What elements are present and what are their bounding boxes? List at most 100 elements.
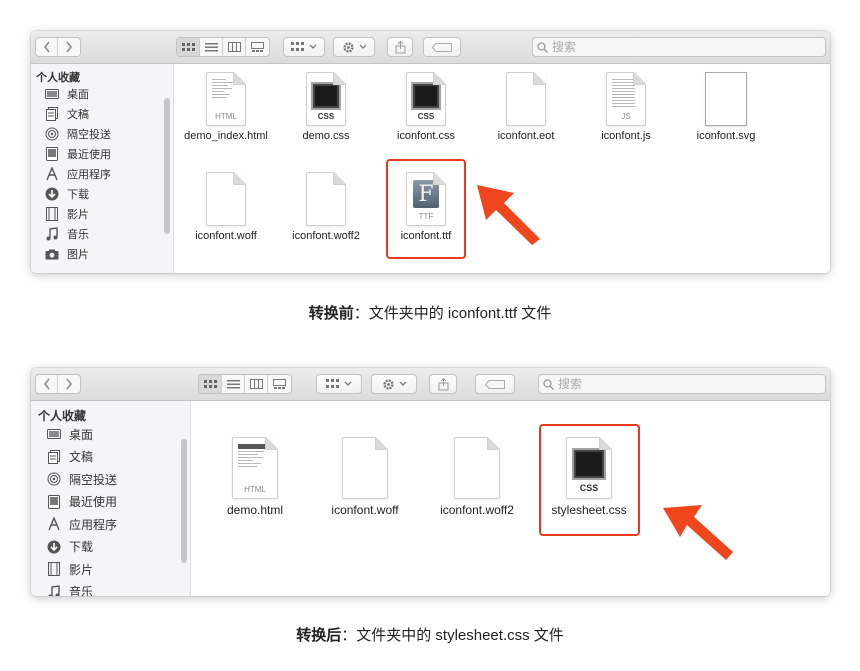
file-name: iconfont.woff [195, 230, 257, 242]
grid-icon [203, 379, 217, 388]
sidebar-item-label: 影片 [67, 209, 89, 221]
list-view-button[interactable] [200, 38, 223, 56]
column-view-button[interactable] [223, 38, 246, 56]
sidebar-item-pictures[interactable]: 图片 [31, 244, 173, 264]
file-item-demo-index-html[interactable]: HTML demo_index.html [180, 72, 272, 142]
column-view-button[interactable] [245, 375, 268, 393]
sidebar-item-applications[interactable]: 应用程序 [31, 513, 190, 536]
sidebar-item-label: 应用程序 [69, 517, 118, 532]
columns-icon [249, 379, 263, 389]
file-item-iconfont-woff2[interactable]: iconfont.woff2 [280, 172, 372, 242]
pointer-arrow-icon [477, 185, 540, 245]
sidebar-heading: 个人收藏 [36, 72, 80, 84]
desktop-icon [44, 86, 60, 102]
sidebar-item-label: 隔空投送 [67, 129, 111, 141]
sidebar-item-airdrop[interactable]: 隔空投送 [31, 124, 173, 144]
airdrop-icon [44, 126, 60, 142]
sidebar-item-label: 下载 [69, 540, 94, 555]
file-item-demo-html[interactable]: HTML demo.html [203, 437, 307, 517]
css-file-icon: CSS [306, 72, 346, 126]
group-by-button[interactable] [283, 37, 325, 57]
list-view-button[interactable] [222, 375, 245, 393]
nav-buttons [35, 374, 81, 394]
documents-icon [44, 106, 60, 122]
recents-icon [44, 146, 60, 162]
columns-icon [227, 42, 241, 52]
sidebar-scrollbar[interactable] [181, 439, 187, 563]
sidebar-scrollbar[interactable] [164, 98, 170, 234]
caption-after: 转换后：文件夹中的 stylesheet.css 文件 [296, 627, 564, 644]
movies-icon [44, 206, 60, 222]
file-item-demo-css[interactable]: CSS demo.css [280, 72, 372, 142]
sidebar-item-label: 桌面 [69, 427, 94, 442]
sidebar-item-desktop[interactable]: 桌面 [31, 423, 190, 446]
file-item-iconfont-woff[interactable]: iconfont.woff [313, 437, 417, 517]
sidebar-item-documents[interactable]: 文稿 [31, 446, 190, 469]
highlight-box-stylesheet [539, 424, 640, 536]
file-item-iconfont-woff2[interactable]: iconfont.woff2 [425, 437, 529, 517]
blank-file-icon [306, 172, 346, 226]
group-by-button[interactable] [316, 374, 362, 394]
documents-icon [46, 449, 62, 465]
sidebar-item-downloads[interactable]: 下载 [31, 184, 173, 204]
sidebar-item-recents[interactable]: 最近使用 [31, 491, 190, 514]
sidebar-item-recents[interactable]: 最近使用 [31, 144, 173, 164]
search-field[interactable] [532, 37, 826, 57]
camera-icon [44, 246, 60, 262]
file-item-iconfont-css[interactable]: CSS iconfont.css [380, 72, 472, 142]
sidebar-item-movies[interactable]: 影片 [31, 558, 190, 581]
recents-icon [46, 494, 62, 510]
chevron-down-icon [359, 44, 366, 49]
js-file-icon: JS [606, 72, 646, 126]
sidebar-item-label: 文稿 [67, 109, 89, 121]
file-item-iconfont-js[interactable]: JS iconfont.js [580, 72, 672, 142]
tags-button[interactable] [475, 374, 515, 394]
search-field[interactable] [538, 374, 826, 394]
action-button[interactable] [371, 374, 417, 394]
icon-view-button[interactable] [177, 38, 200, 56]
share-button[interactable] [387, 37, 413, 57]
sidebar-item-label: 音乐 [67, 229, 89, 241]
sidebar-item-label: 音乐 [69, 585, 94, 596]
file-name: iconfont.eot [497, 130, 555, 142]
sidebar-item-music[interactable]: 音乐 [31, 224, 173, 244]
gallery-view-button[interactable] [268, 375, 291, 393]
chevron-down-icon [309, 44, 317, 49]
sidebar-item-documents[interactable]: 文稿 [31, 104, 173, 124]
back-button[interactable] [36, 38, 58, 56]
forward-button[interactable] [58, 375, 80, 393]
file-item-iconfont-eot[interactable]: iconfont.eot [480, 72, 572, 142]
share-icon [438, 377, 448, 390]
search-input[interactable] [552, 40, 792, 54]
caption-before: 转换前：文件夹中的 iconfont.ttf 文件 [308, 305, 552, 322]
tags-button[interactable] [423, 37, 461, 57]
sidebar-item-desktop[interactable]: 桌面 [31, 84, 173, 104]
file-item-iconfont-woff[interactable]: iconfont.woff [180, 172, 272, 242]
sidebar-item-downloads[interactable]: 下载 [31, 536, 190, 559]
view-mode-segment [176, 37, 270, 57]
sidebar-item-airdrop[interactable]: 隔空投送 [31, 468, 190, 491]
search-input[interactable] [558, 377, 798, 391]
sidebar-item-label: 最近使用 [69, 495, 118, 510]
gear-icon [382, 378, 394, 390]
downloads-icon [44, 186, 60, 202]
search-icon [543, 378, 554, 390]
icon-view-button[interactable] [199, 375, 222, 393]
file-area: HTML demo.html iconfont.woff iconfont.wo… [191, 401, 830, 596]
sidebar-item-music[interactable]: 音乐 [31, 581, 190, 596]
forward-button[interactable] [58, 38, 80, 56]
file-name: iconfont.js [601, 130, 651, 142]
back-button[interactable] [36, 375, 58, 393]
gallery-view-button[interactable] [246, 38, 269, 56]
sidebar-item-applications[interactable]: 应用程序 [31, 164, 173, 184]
file-name: demo_index.html [184, 130, 268, 142]
action-button[interactable] [333, 37, 375, 57]
file-name: iconfont.svg [696, 130, 756, 142]
grid-icon [181, 42, 195, 51]
toolbar [31, 368, 830, 401]
sidebar-item-movies[interactable]: 影片 [31, 204, 173, 224]
music-icon [46, 584, 62, 596]
file-name: demo.html [226, 503, 284, 517]
file-item-iconfont-svg[interactable]: iconfont.svg [680, 72, 772, 142]
share-button[interactable] [429, 374, 457, 394]
